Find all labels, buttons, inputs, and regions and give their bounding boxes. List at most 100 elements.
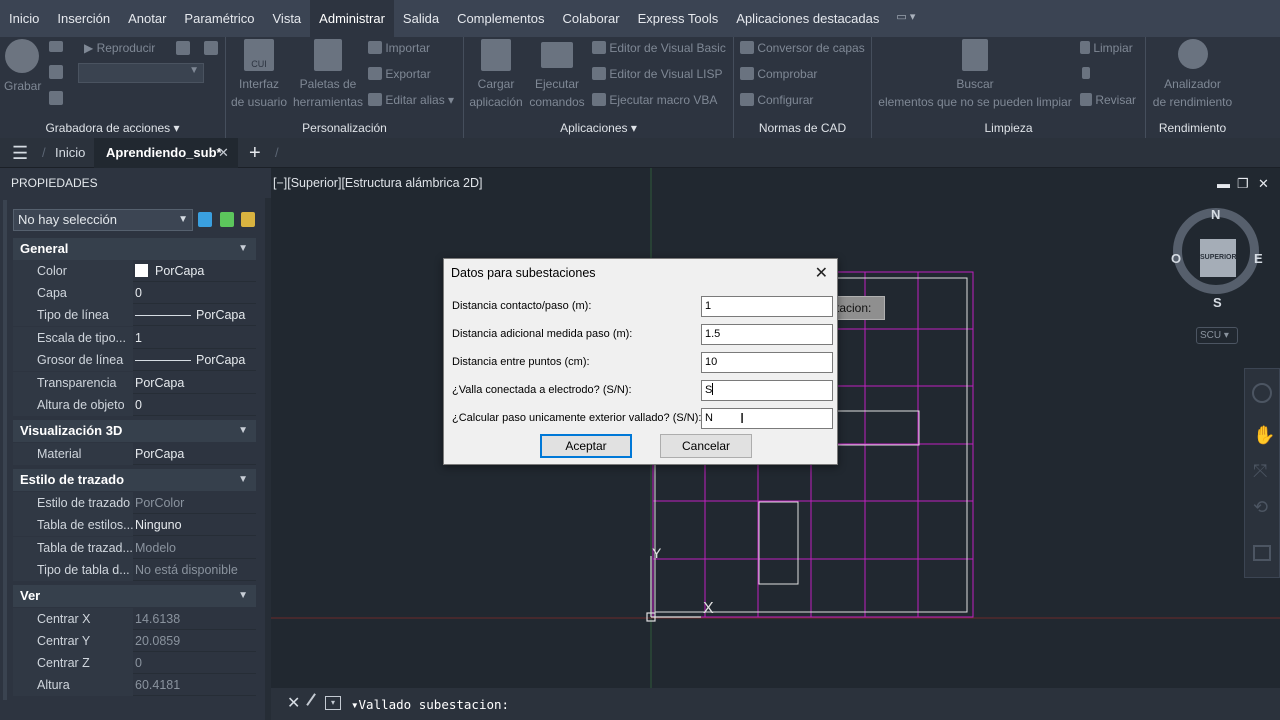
lisp-editor-icon [592,67,606,80]
section-general[interactable]: General ▼ [13,238,256,260]
overkill-icon[interactable] [1082,67,1090,79]
editar-alias-button[interactable]: Editar alias ▾ [368,91,454,109]
new-tab-button[interactable]: + [249,138,261,168]
section-ver[interactable]: Ver ▼ [13,585,256,607]
comprobar-button[interactable]: Comprobar [740,65,817,83]
tab-colaborar[interactable]: Colaborar [554,10,629,34]
command-history-icon[interactable]: ▾ [325,696,341,710]
compass-e[interactable]: E [1254,251,1263,266]
prop-row[interactable]: Tabla de estilos... Ninguno [13,514,256,536]
configure-standards-icon [740,93,754,106]
ejecutar-comandos-button[interactable]: Ejecutar comandos [526,39,588,111]
valla-conectada-input[interactable]: S [701,380,833,401]
buscar-elementos-button[interactable]: Buscar elementos que no se pueden limpia… [876,39,1074,111]
tab-administrar[interactable]: Administrar [310,0,394,37]
command-line[interactable]: ✕ ▾ ▾Vallado subestacion: [271,688,1280,720]
prop-row[interactable]: Color PorCapa [13,260,256,282]
limpiar-button[interactable]: Limpiar [1080,39,1133,57]
interfaz-usuario-button[interactable]: CUI Interfaz de usuario [228,39,290,111]
minimize-viewport-icon[interactable]: ▬ [1217,176,1230,191]
cancelar-button[interactable]: Cancelar [660,434,752,458]
app-menu-icon[interactable]: ☰ [12,138,28,168]
tab-active-document[interactable]: Aprendiendo_sub* ✕ [94,138,238,168]
palette-scrollbar[interactable] [3,200,7,700]
importar-button[interactable]: Importar [368,39,430,57]
prop-row[interactable]: Altura 60.4181 [13,674,256,696]
prop-row[interactable]: Capa 0 [13,282,256,304]
configurar-button[interactable]: Configurar [740,91,813,109]
prop-row[interactable]: Transparencia PorCapa [13,372,256,394]
tab-anotar[interactable]: Anotar [119,10,175,34]
distancia-adicional-input[interactable]: 1.5 [701,324,833,345]
tab-salida[interactable]: Salida [394,10,448,34]
prop-row[interactable]: Centrar Y 20.0859 [13,630,256,652]
prop-row[interactable]: Tipo de línea PorCapa [13,304,256,326]
toggle-pickadd-icon[interactable] [198,212,212,227]
prop-row[interactable]: Centrar X 14.6138 [13,608,256,630]
editor-visual-lisp-button[interactable]: Editor de Visual LISP [592,65,723,83]
steering-wheel-icon[interactable] [1252,383,1272,403]
collapse-icon: ▼ [238,243,248,254]
ejecutar-macro-vba-button[interactable]: Ejecutar macro VBA [592,91,717,109]
compass-n[interactable]: N [1211,207,1220,222]
tab-insercion[interactable]: Inserción [48,10,119,34]
exportar-button[interactable]: Exportar [368,65,431,83]
field-label: Distancia adicional medida paso (m): [452,328,633,340]
close-tab-icon[interactable]: ✕ [218,138,229,168]
conversor-capas-button[interactable]: Conversor de capas [740,39,865,57]
text-caret [712,383,714,395]
macro-select[interactable]: ▼ [78,63,204,83]
console-icon [541,42,573,68]
quick-select-icon[interactable] [241,212,255,227]
tab-parametrico[interactable]: Paramétrico [175,10,263,34]
reproducir-button[interactable]: ▶ Reproducir [84,39,155,57]
distancia-puntos-input[interactable]: 10 [701,352,833,373]
tab-complementos[interactable]: Complementos [448,10,553,34]
panel-grabadora: Grabar ▶ Reproducir ▼ Grabadora de accio… [0,37,226,138]
showmotion-icon[interactable] [1253,545,1271,561]
section-visualizacion-3d[interactable]: Visualización 3D ▼ [13,420,256,442]
compass-o[interactable]: O [1171,251,1181,266]
close-icon[interactable]: ✕ [815,263,828,283]
tab-vista[interactable]: Vista [264,10,311,34]
prop-row[interactable]: Centrar Z0 [13,652,256,674]
cui-icon: CUI [244,39,274,71]
section-estilo-trazado[interactable]: Estilo de trazado ▼ [13,469,256,491]
select-objects-icon[interactable] [220,212,234,227]
distancia-contacto-input[interactable]: 1 [701,296,833,317]
editor-visual-basic-button[interactable]: Editor de Visual Basic [592,39,726,57]
restore-viewport-icon[interactable]: ❐ [1237,176,1249,192]
tab-separator: / [42,145,46,160]
selection-dropdown[interactable]: No hay selección ▼ [13,209,193,231]
orbit-icon[interactable]: ⟲ [1253,497,1268,518]
document-name: Aprendiendo_sub* [106,145,222,160]
calcular-paso-input[interactable]: N I [701,408,833,429]
tab-express-tools[interactable]: Express Tools [629,10,728,34]
viewcube-face-superior[interactable]: SUPERIOR [1200,239,1237,277]
prop-row[interactable]: Escala de tipo... 1 [13,327,256,349]
zoom-extents-icon[interactable]: ⤧ [1253,461,1267,482]
revisar-button[interactable]: Revisar [1080,91,1136,109]
prop-row[interactable]: Grosor de línea PorCapa [13,349,256,371]
aceptar-button[interactable]: Aceptar [540,434,632,458]
ribbon-options-icon[interactable]: ▭ ▾ [896,10,915,23]
prop-row[interactable]: Material PorCapa [13,443,256,465]
prop-row[interactable]: Altura de objeto 0 [13,394,256,416]
prop-row[interactable]: Estilo de trazado PorColor [13,492,256,514]
compass-s[interactable]: S [1213,295,1222,310]
close-icon[interactable]: ✕ [287,693,300,713]
paletas-herramientas-button[interactable]: Paletas de herramientas [292,39,364,111]
command-prompt[interactable]: ▾Vallado subestacion: [351,697,509,712]
close-viewport-icon[interactable]: ✕ [1258,176,1269,192]
ucs-menu-button[interactable]: SCU ▾ [1196,327,1238,344]
prop-row[interactable]: Tipo de tabla d... No está disponible [13,559,256,581]
tab-inicio[interactable]: Inicio [0,10,48,34]
pan-icon[interactable]: ✋ [1253,425,1275,446]
cargar-aplicacion-button[interactable]: Cargar aplicación [464,39,528,111]
customize-icon[interactable] [306,693,326,713]
tab-aplicaciones-destacadas[interactable]: Aplicaciones destacadas [727,10,888,34]
grabar-button[interactable]: Grabar [4,39,41,95]
prop-row[interactable]: Tabla de trazad... Modelo [13,537,256,559]
analizador-rendimiento-button[interactable]: Analizador de rendimiento [1146,39,1239,111]
tab-inicio-doc[interactable]: Inicio [55,138,85,168]
